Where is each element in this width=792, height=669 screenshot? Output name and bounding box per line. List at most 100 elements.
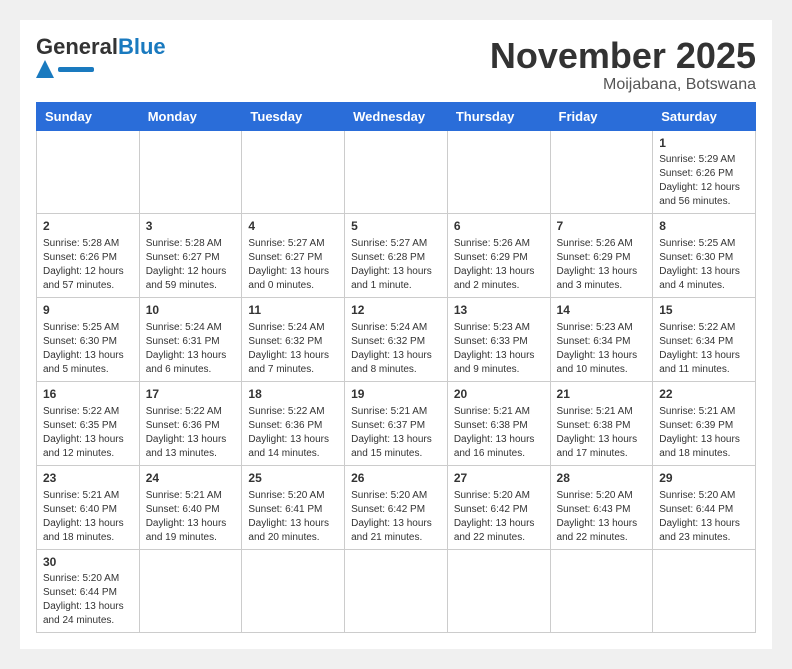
calendar-cell <box>242 549 345 633</box>
day-number: 1 <box>659 135 749 152</box>
calendar-cell: 6Sunrise: 5:26 AM Sunset: 6:29 PM Daylig… <box>447 214 550 298</box>
day-number: 30 <box>43 554 133 571</box>
day-number: 28 <box>557 470 647 487</box>
day-number: 3 <box>146 218 236 235</box>
calendar-cell: 15Sunrise: 5:22 AM Sunset: 6:34 PM Dayli… <box>653 298 756 382</box>
day-info: Sunrise: 5:27 AM Sunset: 6:28 PM Dayligh… <box>351 237 441 293</box>
calendar-cell: 16Sunrise: 5:22 AM Sunset: 6:35 PM Dayli… <box>37 381 140 465</box>
calendar-cell <box>447 130 550 214</box>
week-row-4: 16Sunrise: 5:22 AM Sunset: 6:35 PM Dayli… <box>37 381 756 465</box>
day-number: 7 <box>557 218 647 235</box>
calendar-cell: 29 Sunrise: 5:20 AM Sunset: 6:44 PM Dayli… <box>653 465 756 549</box>
day-info: Sunrise: 5:26 AM Sunset: 6:29 PM Dayligh… <box>454 237 544 293</box>
day-info: Sunrise: 5:24 AM Sunset: 6:32 PM Dayligh… <box>248 321 338 377</box>
calendar-cell: 24 Sunrise: 5:21 AM Sunset: 6:40 PM Dayli… <box>139 465 242 549</box>
calendar-cell <box>653 549 756 633</box>
calendar-cell: 20 Sunrise: 5:21 AM Sunset: 6:38 PM Dayli… <box>447 381 550 465</box>
calendar-cell: 3Sunrise: 5:28 AM Sunset: 6:27 PM Daylig… <box>139 214 242 298</box>
day-number: 8 <box>659 218 749 235</box>
day-number: 21 <box>557 386 647 403</box>
day-info: Sunrise: 5:23 AM Sunset: 6:33 PM Dayligh… <box>454 321 544 377</box>
logo: General Blue <box>36 36 166 78</box>
day-number: 12 <box>351 302 441 319</box>
calendar-cell <box>345 549 448 633</box>
day-number: 25 <box>248 470 338 487</box>
calendar-header-thursday: Thursday <box>447 102 550 130</box>
day-number: 2 <box>43 218 133 235</box>
day-number: 18 <box>248 386 338 403</box>
day-number: 19 <box>351 386 441 403</box>
day-number: 14 <box>557 302 647 319</box>
day-number: 4 <box>248 218 338 235</box>
day-number: 9 <box>43 302 133 319</box>
day-info: Sunrise: 5:20 AM Sunset: 6:42 PM Dayligh… <box>454 489 544 545</box>
calendar-cell <box>139 549 242 633</box>
calendar-cell: 19 Sunrise: 5:21 AM Sunset: 6:37 PM Dayli… <box>345 381 448 465</box>
day-info: Sunrise: 5:28 AM Sunset: 6:26 PM Dayligh… <box>43 237 133 293</box>
calendar-cell <box>345 130 448 214</box>
day-info: Sunrise: 5:20 AM Sunset: 6:44 PM Dayligh… <box>43 572 133 628</box>
calendar-cell <box>550 130 653 214</box>
week-row-5: 23Sunrise: 5:21 AM Sunset: 6:40 PM Dayli… <box>37 465 756 549</box>
calendar-cell: 7 Sunrise: 5:26 AM Sunset: 6:29 PM Daylig… <box>550 214 653 298</box>
day-info: Sunrise: 5:20 AM Sunset: 6:44 PM Dayligh… <box>659 489 749 545</box>
day-number: 17 <box>146 386 236 403</box>
day-info: Sunrise: 5:20 AM Sunset: 6:42 PM Dayligh… <box>351 489 441 545</box>
week-row-1: 1Sunrise: 5:29 AM Sunset: 6:26 PM Daylig… <box>37 130 756 214</box>
week-row-2: 2 Sunrise: 5:28 AM Sunset: 6:26 PM Daylig… <box>37 214 756 298</box>
day-info: Sunrise: 5:20 AM Sunset: 6:41 PM Dayligh… <box>248 489 338 545</box>
calendar-cell: 10Sunrise: 5:24 AM Sunset: 6:31 PM Dayli… <box>139 298 242 382</box>
day-info: Sunrise: 5:22 AM Sunset: 6:36 PM Dayligh… <box>146 405 236 461</box>
calendar-cell: 12 Sunrise: 5:24 AM Sunset: 6:32 PM Dayli… <box>345 298 448 382</box>
calendar-cell <box>37 130 140 214</box>
calendar-cell: 8 Sunrise: 5:25 AM Sunset: 6:30 PM Daylig… <box>653 214 756 298</box>
calendar-cell: 22Sunrise: 5:21 AM Sunset: 6:39 PM Dayli… <box>653 381 756 465</box>
day-info: Sunrise: 5:24 AM Sunset: 6:32 PM Dayligh… <box>351 321 441 377</box>
day-info: Sunrise: 5:20 AM Sunset: 6:43 PM Dayligh… <box>557 489 647 545</box>
day-number: 15 <box>659 302 749 319</box>
location: Moijabana, Botswana <box>490 76 756 94</box>
day-info: Sunrise: 5:22 AM Sunset: 6:36 PM Dayligh… <box>248 405 338 461</box>
calendar-cell: 28 Sunrise: 5:20 AM Sunset: 6:43 PM Dayli… <box>550 465 653 549</box>
day-info: Sunrise: 5:21 AM Sunset: 6:38 PM Dayligh… <box>557 405 647 461</box>
calendar-cell: 4 Sunrise: 5:27 AM Sunset: 6:27 PM Daylig… <box>242 214 345 298</box>
calendar-cell: 21 Sunrise: 5:21 AM Sunset: 6:38 PM Dayli… <box>550 381 653 465</box>
logo-blue: Blue <box>118 36 166 58</box>
calendar-cell <box>242 130 345 214</box>
calendar-cell: 9 Sunrise: 5:25 AM Sunset: 6:30 PM Daylig… <box>37 298 140 382</box>
calendar-header-saturday: Saturday <box>653 102 756 130</box>
day-info: Sunrise: 5:25 AM Sunset: 6:30 PM Dayligh… <box>659 237 749 293</box>
day-number: 13 <box>454 302 544 319</box>
calendar-cell: 17 Sunrise: 5:22 AM Sunset: 6:36 PM Dayli… <box>139 381 242 465</box>
calendar-cell: 11 Sunrise: 5:24 AM Sunset: 6:32 PM Dayli… <box>242 298 345 382</box>
calendar-cell: 27Sunrise: 5:20 AM Sunset: 6:42 PM Dayli… <box>447 465 550 549</box>
week-row-6: 30Sunrise: 5:20 AM Sunset: 6:44 PM Dayli… <box>37 549 756 633</box>
day-info: Sunrise: 5:26 AM Sunset: 6:29 PM Dayligh… <box>557 237 647 293</box>
page: General Blue November 2025 Moijabana, Bo… <box>20 20 772 649</box>
day-number: 24 <box>146 470 236 487</box>
week-row-3: 9 Sunrise: 5:25 AM Sunset: 6:30 PM Daylig… <box>37 298 756 382</box>
title-area: November 2025 Moijabana, Botswana <box>490 36 756 94</box>
calendar-cell: 14Sunrise: 5:23 AM Sunset: 6:34 PM Dayli… <box>550 298 653 382</box>
month-title: November 2025 <box>490 36 756 76</box>
day-info: Sunrise: 5:21 AM Sunset: 6:37 PM Dayligh… <box>351 405 441 461</box>
calendar-cell: 23Sunrise: 5:21 AM Sunset: 6:40 PM Dayli… <box>37 465 140 549</box>
calendar-header-friday: Friday <box>550 102 653 130</box>
day-info: Sunrise: 5:27 AM Sunset: 6:27 PM Dayligh… <box>248 237 338 293</box>
day-info: Sunrise: 5:21 AM Sunset: 6:39 PM Dayligh… <box>659 405 749 461</box>
day-number: 29 <box>659 470 749 487</box>
calendar-cell <box>550 549 653 633</box>
day-info: Sunrise: 5:21 AM Sunset: 6:40 PM Dayligh… <box>146 489 236 545</box>
day-info: Sunrise: 5:21 AM Sunset: 6:38 PM Dayligh… <box>454 405 544 461</box>
day-number: 26 <box>351 470 441 487</box>
calendar-header-wednesday: Wednesday <box>345 102 448 130</box>
day-number: 11 <box>248 302 338 319</box>
day-info: Sunrise: 5:25 AM Sunset: 6:30 PM Dayligh… <box>43 321 133 377</box>
calendar-cell: 30Sunrise: 5:20 AM Sunset: 6:44 PM Dayli… <box>37 549 140 633</box>
calendar-cell: 18 Sunrise: 5:22 AM Sunset: 6:36 PM Dayli… <box>242 381 345 465</box>
day-info: Sunrise: 5:22 AM Sunset: 6:35 PM Dayligh… <box>43 405 133 461</box>
day-number: 20 <box>454 386 544 403</box>
day-number: 5 <box>351 218 441 235</box>
day-info: Sunrise: 5:29 AM Sunset: 6:26 PM Dayligh… <box>659 153 749 209</box>
calendar-cell: 5 Sunrise: 5:27 AM Sunset: 6:28 PM Daylig… <box>345 214 448 298</box>
